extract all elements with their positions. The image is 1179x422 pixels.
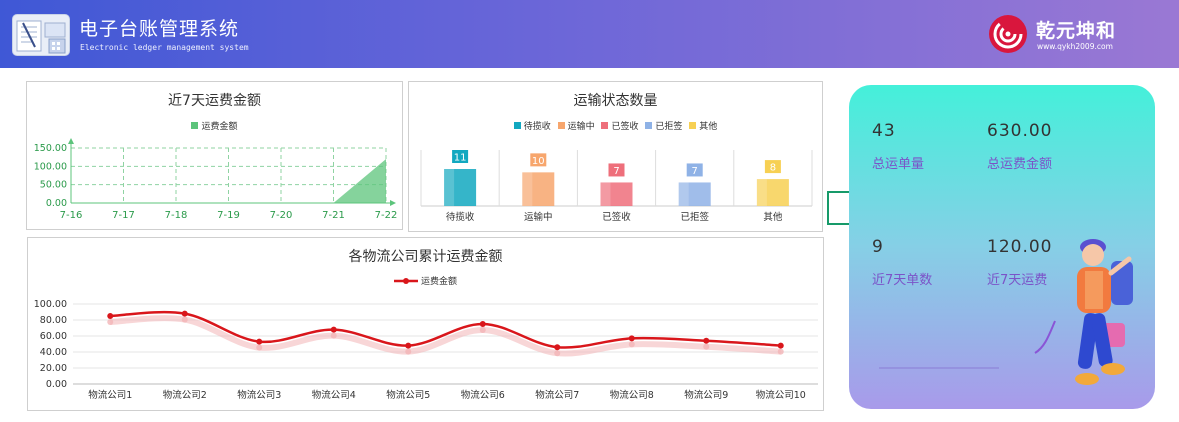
data-point-shadow: [107, 319, 114, 325]
y-tick-label: 100.00: [34, 299, 67, 310]
data-point: [256, 338, 263, 345]
data-point-shadow: [181, 316, 188, 323]
freight-7day-panel: 近7天运费金额 运费金额 0.00 50.00 100.00 150.00 7-16 7-…: [26, 81, 403, 230]
y-tick-label: 0.00: [46, 198, 67, 209]
x-tick-label: 物流公司5: [386, 389, 430, 401]
brand: 乾元坤和 www.qykh2009.com: [988, 14, 1178, 58]
data-point: [405, 342, 412, 349]
data-point: [628, 335, 635, 342]
x-tick-label: 待揽收: [446, 211, 475, 223]
header-bar: 电子台账管理系统 Electronic ledger management sy…: [0, 0, 1179, 68]
status-bar: 8: [756, 160, 789, 206]
x-tick-label: 7-22: [375, 210, 398, 221]
y-tick-label: 50.00: [40, 180, 67, 191]
x-tick-label: 物流公司8: [610, 389, 654, 401]
y-tick-label: 40.00: [40, 347, 67, 358]
app-title: 电子台账管理系统: [79, 18, 240, 40]
brand-url: www.qykh2009.com: [1037, 42, 1113, 51]
x-tick-label: 物流公司7: [535, 389, 579, 401]
freight-area-chart: 0.00 50.00 100.00 150.00 7-16 7-17 7-18 7-19 7-2…: [34, 138, 398, 221]
y-tick-label: 150.00: [34, 143, 67, 154]
x-tick-label: 7-16: [60, 210, 83, 221]
x-tick-label: 物流公司1: [88, 389, 132, 401]
x-tick-label: 物流公司3: [237, 389, 281, 401]
data-point: [777, 342, 784, 349]
shipment-status-panel: 运输状态数量 待揽收 运输中 已签收 已拒签 其他 11 待揽收 10 运输中 7 已签收…: [408, 81, 823, 232]
bar-value-label: 7: [692, 166, 698, 177]
data-point: [554, 344, 561, 351]
app-subtitle: Electronic ledger management system: [80, 43, 249, 52]
bar-highlight: [522, 172, 533, 206]
status-bar: 7: [678, 163, 711, 206]
data-point: [107, 313, 114, 319]
x-tick-label: 物流公司6: [461, 389, 505, 401]
bar-highlight: [444, 169, 455, 206]
y-tick-label: 80.00: [40, 315, 67, 326]
x-tick-label: 已签收: [602, 211, 631, 223]
data-point: [703, 337, 710, 344]
bar-highlight: [756, 179, 767, 206]
sidebar-toggle-button[interactable]: [827, 191, 851, 225]
x-tick-label: 物流公司4: [312, 389, 356, 401]
ledger-logo-icon: [12, 14, 70, 56]
brand-logo-icon: [989, 15, 1027, 53]
bar-value-label: 7: [613, 166, 619, 177]
x-tick-label: 7-21: [322, 210, 345, 221]
data-point: [330, 326, 337, 333]
data-point: [479, 321, 486, 327]
y-tick-label: 20.00: [40, 363, 67, 374]
bar-value-label: 11: [454, 153, 467, 164]
delivery-person-illustration-icon: [1075, 239, 1133, 385]
x-tick-label: 7-17: [112, 210, 135, 221]
y-tick-label: 60.00: [40, 331, 67, 342]
status-bar: 11: [444, 150, 477, 206]
x-axis-arrow: [390, 200, 396, 206]
company-line-chart: 0.00 20.00 40.00 60.00 80.00 100.00 物流公司1 物流公司2…: [34, 299, 818, 401]
data-point: [181, 310, 188, 317]
status-bar: 7: [600, 163, 633, 206]
x-tick-label: 7-20: [270, 210, 293, 221]
bar-highlight: [600, 182, 611, 206]
bar-value-label: 10: [532, 156, 545, 167]
data-point-shadow: [703, 343, 710, 350]
x-tick-label: 物流公司10: [756, 389, 806, 401]
summary-stats-card: 43 总运单量 630.00 总运费金额 9 近7天单数 120.00 近7天运…: [849, 85, 1155, 409]
x-tick-label: 物流公司9: [684, 389, 728, 401]
company-freight-panel: 各物流公司累计运费金额 运费金额 0.00 20.00 40.00 60.00 80.0…: [27, 237, 824, 411]
status-bar-chart: 11 待揽收 10 运输中 7 已签收 7 已拒签 8 其他: [420, 150, 813, 223]
data-point-shadow: [256, 344, 263, 351]
data-point-shadow: [405, 348, 412, 355]
data-point-shadow: [330, 332, 337, 339]
x-tick-label: 7-19: [217, 210, 240, 221]
brand-name: 乾元坤和: [1036, 20, 1117, 42]
data-point-shadow: [554, 350, 561, 357]
status-bar: 10: [522, 153, 555, 206]
x-tick-label: 其他: [763, 211, 783, 223]
x-tick-label: 运输中: [524, 211, 553, 223]
x-tick-label: 物流公司2: [163, 389, 207, 401]
bar-highlight: [678, 182, 689, 206]
data-point-shadow: [628, 341, 635, 348]
x-tick-label: 已拒签: [680, 211, 709, 223]
y-axis-arrow: [68, 138, 74, 144]
bar-value-label: 8: [770, 163, 776, 174]
y-tick-label: 0.00: [46, 379, 67, 390]
y-tick-label: 100.00: [34, 161, 67, 172]
data-point-shadow: [777, 348, 784, 355]
x-tick-label: 7-18: [165, 210, 188, 221]
data-point-shadow: [479, 327, 486, 333]
